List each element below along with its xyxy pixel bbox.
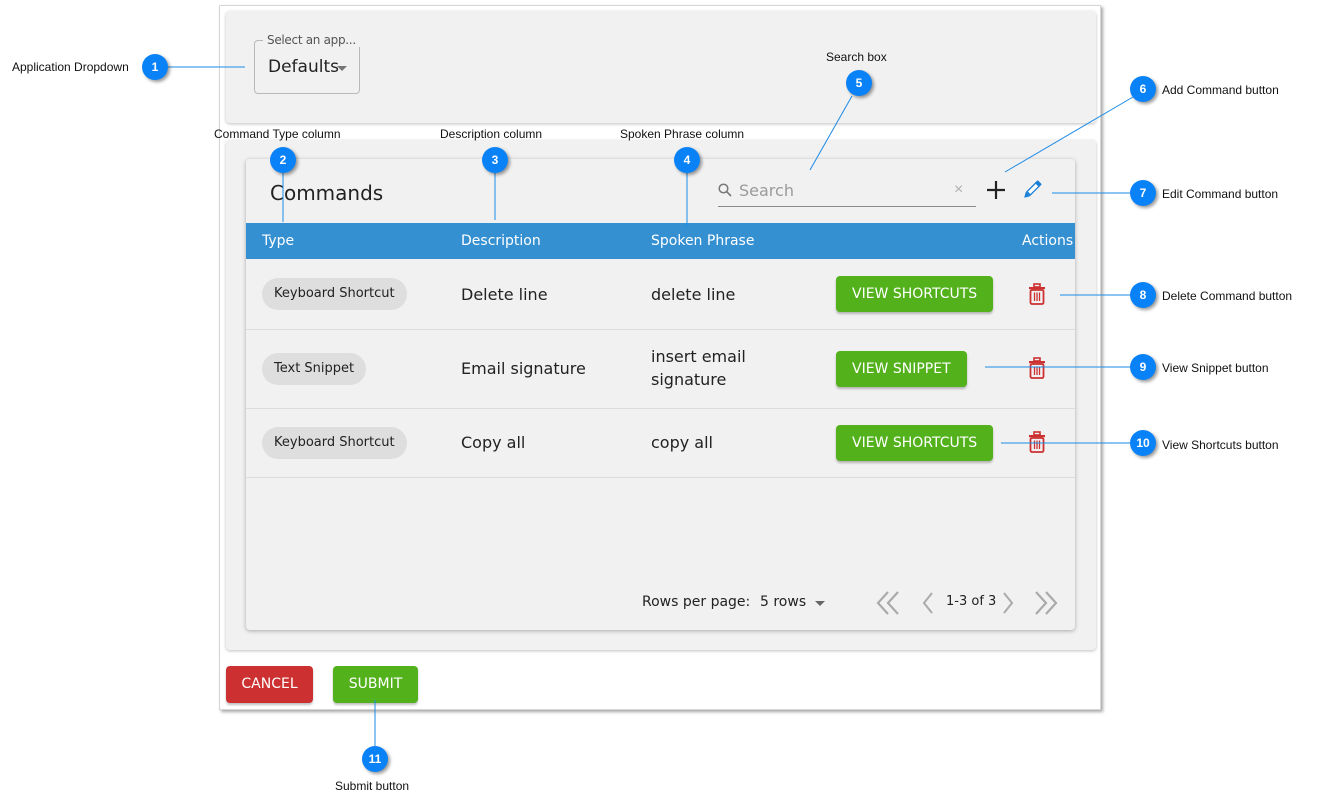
callout-label-1: Application Dropdown	[12, 60, 129, 74]
table-row: Text Snippet Email signature insert emai…	[246, 330, 1075, 409]
commands-table-card: Commands Search × Type Description Spoke…	[246, 159, 1075, 630]
chevron-down-icon	[337, 66, 347, 71]
callout-label-10: View Shortcuts button	[1162, 438, 1279, 452]
column-header-description[interactable]: Description	[461, 233, 541, 249]
description-cell: Copy all	[461, 433, 526, 452]
callout-label-8: Delete Command button	[1162, 289, 1293, 303]
type-chip: Text Snippet	[262, 353, 367, 385]
commands-title: Commands	[270, 181, 384, 205]
callout-label-7: Edit Command button	[1162, 187, 1279, 201]
column-header-actions: Actions	[1022, 233, 1074, 249]
callout-badge-10: 10	[1130, 430, 1156, 456]
add-command-button[interactable]	[984, 178, 1008, 202]
spoken-phrase-cell: delete line	[651, 285, 736, 304]
last-page-icon[interactable]	[1032, 589, 1060, 617]
application-dropdown-value: Defaults	[268, 57, 339, 77]
delete-command-button[interactable]	[1028, 283, 1046, 305]
search-icon	[718, 183, 732, 197]
table-row: Keyboard Shortcut Copy all copy all VIEW…	[246, 409, 1075, 478]
cancel-button[interactable]: CANCEL	[226, 666, 313, 703]
column-header-type[interactable]: Type	[262, 233, 294, 249]
callout-label-5: Search box	[826, 50, 887, 64]
pagination-range: 1-3 of 3	[946, 594, 997, 609]
callout-badge-9: 9	[1130, 354, 1156, 380]
description-cell: Delete line	[461, 285, 548, 304]
view-snippet-button[interactable]: VIEW SNIPPET	[836, 351, 967, 387]
callout-badge-6: 6	[1130, 76, 1156, 102]
type-chip: Keyboard Shortcut	[262, 427, 407, 459]
chevron-down-icon	[815, 601, 825, 606]
application-dropdown-label: Select an app...	[263, 33, 360, 47]
description-cell: Email signature	[461, 359, 586, 378]
spoken-phrase-cell: copy all	[651, 433, 713, 452]
callout-badge-2: 2	[270, 147, 296, 173]
search-placeholder: Search	[739, 181, 794, 200]
next-page-icon[interactable]	[994, 589, 1022, 617]
callout-label-3: Description column	[440, 127, 543, 141]
callout-label-9: View Snippet button	[1162, 361, 1269, 375]
rows-per-page-select[interactable]: 5 rows	[760, 592, 830, 614]
previous-page-icon[interactable]	[916, 589, 944, 617]
spoken-phrase-cell-line1: insert email	[651, 347, 746, 366]
column-header-spoken-phrase[interactable]: Spoken Phrase	[651, 233, 754, 249]
submit-button[interactable]: SUBMIT	[333, 666, 418, 703]
callout-label-2: Command Type column	[214, 127, 341, 141]
rows-per-page-value: 5 rows	[760, 594, 807, 610]
type-chip: Keyboard Shortcut	[262, 278, 407, 310]
callout-label-6: Add Command button	[1162, 83, 1279, 97]
search-input[interactable]: Search ×	[718, 175, 976, 207]
callout-badge-5: 5	[846, 70, 872, 96]
callout-badge-4: 4	[674, 147, 700, 173]
callout-label-4: Spoken Phrase column	[620, 127, 745, 141]
application-dropdown[interactable]: Select an app... Defaults	[254, 33, 360, 94]
edit-command-button[interactable]	[1020, 178, 1044, 202]
rows-per-page-label: Rows per page:	[642, 594, 751, 610]
callout-badge-8: 8	[1130, 282, 1156, 308]
view-shortcuts-button[interactable]: VIEW SHORTCUTS	[836, 276, 994, 312]
first-page-icon[interactable]	[874, 589, 902, 617]
callout-badge-7: 7	[1130, 180, 1156, 206]
table-row: Keyboard Shortcut Delete line delete lin…	[246, 259, 1075, 330]
view-shortcuts-button[interactable]: VIEW SHORTCUTS	[836, 425, 994, 461]
spoken-phrase-cell-line2: signature	[651, 370, 727, 389]
callout-badge-11: 11	[362, 746, 388, 772]
callout-badge-1: 1	[142, 54, 168, 80]
clear-search-icon[interactable]: ×	[954, 181, 963, 199]
delete-command-button[interactable]	[1028, 431, 1046, 453]
table-header: Type Description Spoken Phrase Actions	[246, 223, 1075, 259]
callout-badge-3: 3	[482, 147, 508, 173]
callout-label-11: Submit button	[335, 779, 410, 793]
delete-command-button[interactable]	[1028, 357, 1046, 379]
